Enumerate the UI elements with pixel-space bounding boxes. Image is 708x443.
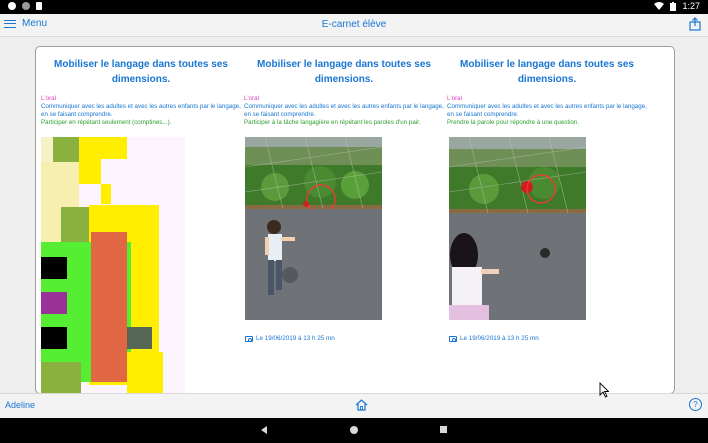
share-icon[interactable]: [688, 17, 702, 31]
entry-title: Mobiliser le langage dans toutes ses dim…: [257, 59, 431, 85]
entry-3-date: Le 19/06/2019 à 13 h 25 mn: [449, 335, 539, 342]
entry-3: Mobiliser le langage dans toutes ses dim…: [447, 57, 647, 127]
help-icon[interactable]: ?: [689, 398, 702, 411]
entry-title: Mobiliser le langage dans toutes ses dim…: [54, 59, 228, 85]
wifi-icon: [654, 2, 665, 10]
notification-icon: [22, 2, 30, 10]
entry-skill: Prendre la parole pour répondre à une qu…: [447, 119, 580, 126]
home-icon[interactable]: [355, 399, 368, 411]
top-app-bar: Menu E-carnet élève: [0, 14, 708, 37]
camera-icon: [245, 335, 253, 342]
entry-domain: L'oral: [447, 95, 462, 102]
page-title: E-carnet élève: [321, 19, 387, 30]
status-icons-right: 1:27: [654, 1, 700, 11]
status-bar: 1:27: [0, 0, 708, 14]
entry-2-date: Le 19/06/2019 à 13 h 25 mn: [245, 335, 335, 342]
entry-description: Communiquer avec les adultes et avec les…: [41, 103, 241, 118]
home-nav-icon[interactable]: [350, 426, 358, 434]
battery-icon: [670, 1, 677, 11]
entry-domain: L'oral: [41, 95, 56, 102]
boy-playing-ball-photo[interactable]: [245, 137, 382, 320]
user-name[interactable]: Adeline: [5, 400, 35, 410]
entry-1: Mobiliser le langage dans toutes ses dim…: [41, 57, 241, 127]
status-icons-left: [8, 2, 42, 10]
back-icon[interactable]: [261, 426, 267, 434]
e-carnet-card[interactable]: Mobiliser le langage dans toutes ses dim…: [35, 46, 675, 394]
entry-description: Communiquer avec les adultes et avec les…: [244, 103, 444, 118]
entry-2: Mobiliser le langage dans toutes ses dim…: [244, 57, 444, 127]
android-navigation-bar: [0, 418, 708, 443]
mouse-cursor-icon: [599, 382, 609, 398]
entry-skill: Participer en répétant seulement (compti…: [41, 119, 172, 126]
settings-icon: [8, 2, 16, 10]
entry-description: Communiquer avec les adultes et avec les…: [447, 103, 647, 118]
status-time: 1:27: [682, 1, 700, 11]
recent-apps-icon[interactable]: [440, 426, 447, 433]
sd-card-icon: [36, 2, 42, 10]
camera-icon: [449, 335, 457, 342]
girl-playing-ball-photo[interactable]: [449, 137, 586, 320]
entry-domain: L'oral: [244, 95, 259, 102]
child-drawing-image[interactable]: [41, 137, 185, 393]
entry-skill: Participer à la tâche langagière en répé…: [244, 119, 421, 126]
entry-title: Mobiliser le langage dans toutes ses dim…: [460, 59, 634, 85]
entry-date: Le 19/06/2019 à 13 h 25 mn: [460, 335, 539, 342]
entry-date: Le 19/06/2019 à 13 h 25 mn: [256, 335, 335, 342]
